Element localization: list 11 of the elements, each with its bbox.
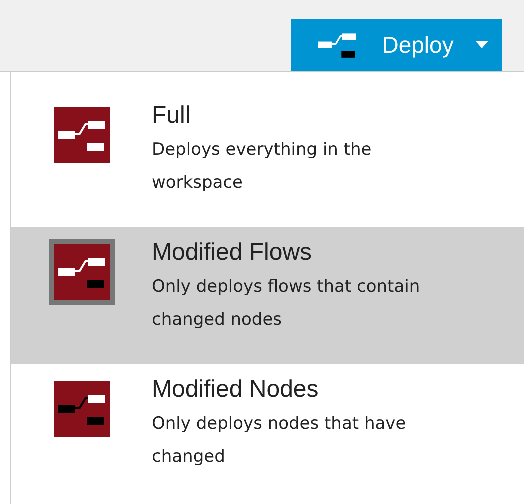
menu-item[interactable]: Modified Flows Only deploys flows that contain changed nodes <box>11 227 524 364</box>
menu-item-title: Modified Flows <box>152 239 314 267</box>
deploy-icon <box>54 244 110 300</box>
deploy-icon <box>54 381 110 437</box>
deploy-icon <box>54 107 110 163</box>
menu-item-title: Full <box>152 102 192 130</box>
menu-item-description: Only deploys flows that contain changed nodes <box>152 276 422 332</box>
menu-item-title: Modified Nodes <box>152 376 320 404</box>
menu-item-description: Deploys everything in the workspace <box>152 139 373 195</box>
menu-item-description: Only deploys nodes that have changed <box>152 413 408 469</box>
caret-icon <box>476 41 488 49</box>
